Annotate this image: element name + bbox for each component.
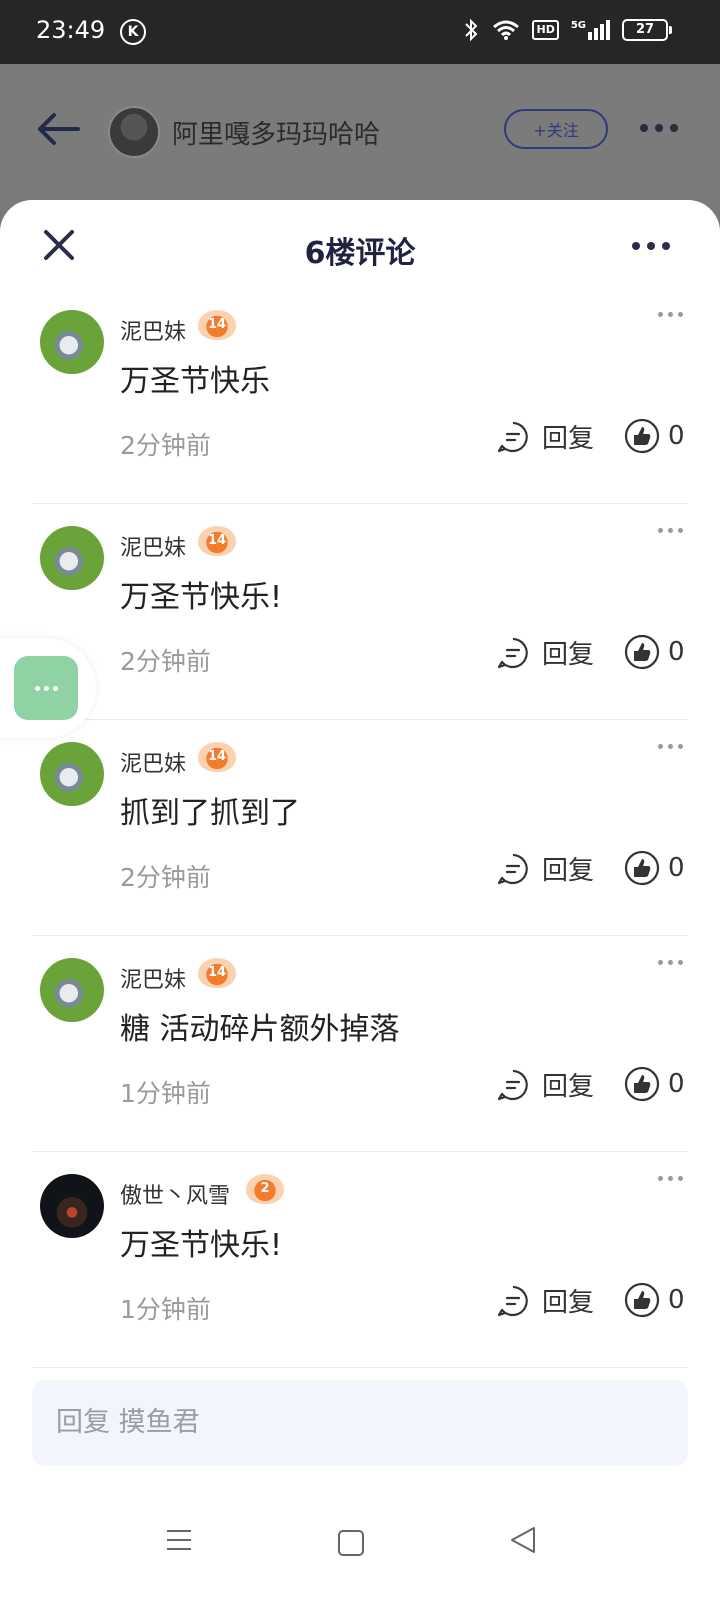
signal-icon: 5G	[571, 20, 610, 40]
reply-label: 回复	[542, 1072, 595, 1102]
post-header: 阿里嘎多玛玛哈哈 +关注	[0, 64, 720, 204]
reply-button[interactable]: 回复	[496, 634, 594, 671]
username[interactable]: 傲世丶风雪	[120, 1178, 230, 1210]
back-arrow-icon[interactable]	[36, 112, 80, 146]
reply-button[interactable]: 回复	[496, 1066, 594, 1103]
thumbs-up-icon	[624, 634, 660, 670]
avatar[interactable]	[40, 1174, 104, 1238]
like-button[interactable]: 0	[624, 418, 685, 454]
comment-item: 泥巴妹 14 糖 活动碎片额外掉落 1分钟前 回复 0	[0, 936, 720, 1152]
reply-icon	[497, 853, 528, 884]
system-nav-bar	[0, 1500, 720, 1600]
avatar[interactable]	[40, 310, 104, 374]
signal-label: 5G	[570, 20, 586, 31]
comment-item: 泥巴妹 14 抓到了抓到了 2分钟前 回复 0	[0, 720, 720, 936]
reply-label: 回复	[542, 640, 595, 670]
username[interactable]: 泥巴妹	[120, 314, 186, 346]
comment-time: 1分钟前	[120, 1079, 211, 1108]
like-button[interactable]: 0	[624, 850, 685, 886]
thumbs-up-icon	[624, 418, 660, 454]
reply-input[interactable]: 回复 摸鱼君	[32, 1380, 688, 1466]
comment-time: 1分钟前	[120, 1295, 211, 1324]
status-bar: 23:49 K HD 5G 27	[0, 0, 720, 64]
author-avatar[interactable]	[108, 106, 160, 158]
comment-more-icon[interactable]	[658, 528, 683, 533]
avatar[interactable]	[40, 742, 104, 806]
reply-icon	[497, 421, 528, 452]
comment-time: 2分钟前	[120, 863, 211, 892]
comment-more-icon[interactable]	[658, 960, 683, 965]
comment-sheet: 6楼评论 泥巴妹 14 万圣节快乐 2分钟前 回复 0 泥巴妹 14 万圣节快乐…	[0, 200, 720, 1600]
like-count: 0	[668, 421, 685, 451]
comment-time: 2分钟前	[120, 431, 211, 460]
divider	[32, 1367, 688, 1368]
sheet-title: 6楼评论	[304, 236, 416, 271]
like-count: 0	[668, 1069, 685, 1099]
username[interactable]: 泥巴妹	[120, 962, 186, 994]
like-count: 0	[668, 1285, 685, 1315]
comment-text: 万圣节快乐	[120, 364, 270, 399]
reply-label: 回复	[542, 424, 595, 454]
reply-button[interactable]: 回复	[496, 1282, 594, 1319]
like-button[interactable]: 0	[624, 1066, 685, 1102]
username[interactable]: 泥巴妹	[120, 746, 186, 778]
avatar[interactable]	[40, 958, 104, 1022]
level-badge: 14	[198, 310, 236, 340]
status-time: 23:49	[36, 16, 106, 44]
reply-icon	[497, 1285, 528, 1316]
like-count: 0	[668, 853, 685, 883]
level-badge: 2	[246, 1174, 284, 1204]
floating-bubble-holder	[0, 638, 96, 738]
floating-more-icon[interactable]	[14, 656, 78, 720]
comment-text: 万圣节快乐!	[120, 580, 283, 615]
like-button[interactable]: 0	[624, 1282, 685, 1318]
reply-button[interactable]: 回复	[496, 850, 594, 887]
author-name[interactable]: 阿里嘎多玛玛哈哈	[172, 114, 380, 151]
sheet-more-icon[interactable]	[632, 242, 670, 250]
comment-text: 抓到了抓到了	[120, 796, 300, 831]
reply-icon	[497, 1069, 528, 1100]
avatar[interactable]	[40, 526, 104, 590]
reply-label: 回复	[542, 856, 595, 886]
like-count: 0	[668, 637, 685, 667]
follow-button[interactable]: +关注	[504, 109, 608, 149]
status-icons: HD 5G 27	[462, 18, 672, 42]
comment-more-icon[interactable]	[658, 312, 683, 317]
thumbs-up-icon	[624, 1282, 660, 1318]
comment-text: 万圣节快乐!	[120, 1228, 283, 1263]
comment-list: 泥巴妹 14 万圣节快乐 2分钟前 回复 0 泥巴妹 14 万圣节快乐! 2分钟…	[0, 288, 720, 1368]
username[interactable]: 泥巴妹	[120, 530, 186, 562]
bluetooth-icon	[465, 18, 478, 42]
k-icon: K	[120, 19, 146, 45]
level-badge: 14	[198, 526, 236, 556]
level-badge: 14	[198, 742, 236, 772]
comment-more-icon[interactable]	[658, 1176, 683, 1181]
menu-icon[interactable]	[166, 1528, 192, 1552]
wifi-icon	[493, 20, 520, 40]
reply-label: 回复	[542, 1288, 595, 1318]
comment-item: 傲世丶风雪 2 万圣节快乐! 1分钟前 回复 0	[0, 1152, 720, 1368]
comment-item: 泥巴妹 14 万圣节快乐! 2分钟前 回复 0	[0, 504, 720, 720]
like-button[interactable]: 0	[624, 634, 685, 670]
nav-back-icon[interactable]	[510, 1526, 536, 1554]
header-more-icon[interactable]	[640, 124, 678, 132]
comment-time: 2分钟前	[120, 647, 211, 676]
reply-button[interactable]: 回复	[496, 418, 594, 455]
battery-icon: 27	[622, 19, 672, 41]
comment-item: 泥巴妹 14 万圣节快乐 2分钟前 回复 0	[0, 288, 720, 504]
comment-text: 糖 活动碎片额外掉落	[120, 1012, 400, 1047]
thumbs-up-icon	[624, 1066, 660, 1102]
hd-icon: HD	[532, 20, 559, 40]
comment-more-icon[interactable]	[658, 744, 683, 749]
home-icon[interactable]	[338, 1530, 364, 1556]
level-badge: 14	[198, 958, 236, 988]
reply-icon	[497, 637, 528, 668]
thumbs-up-icon	[624, 850, 660, 886]
